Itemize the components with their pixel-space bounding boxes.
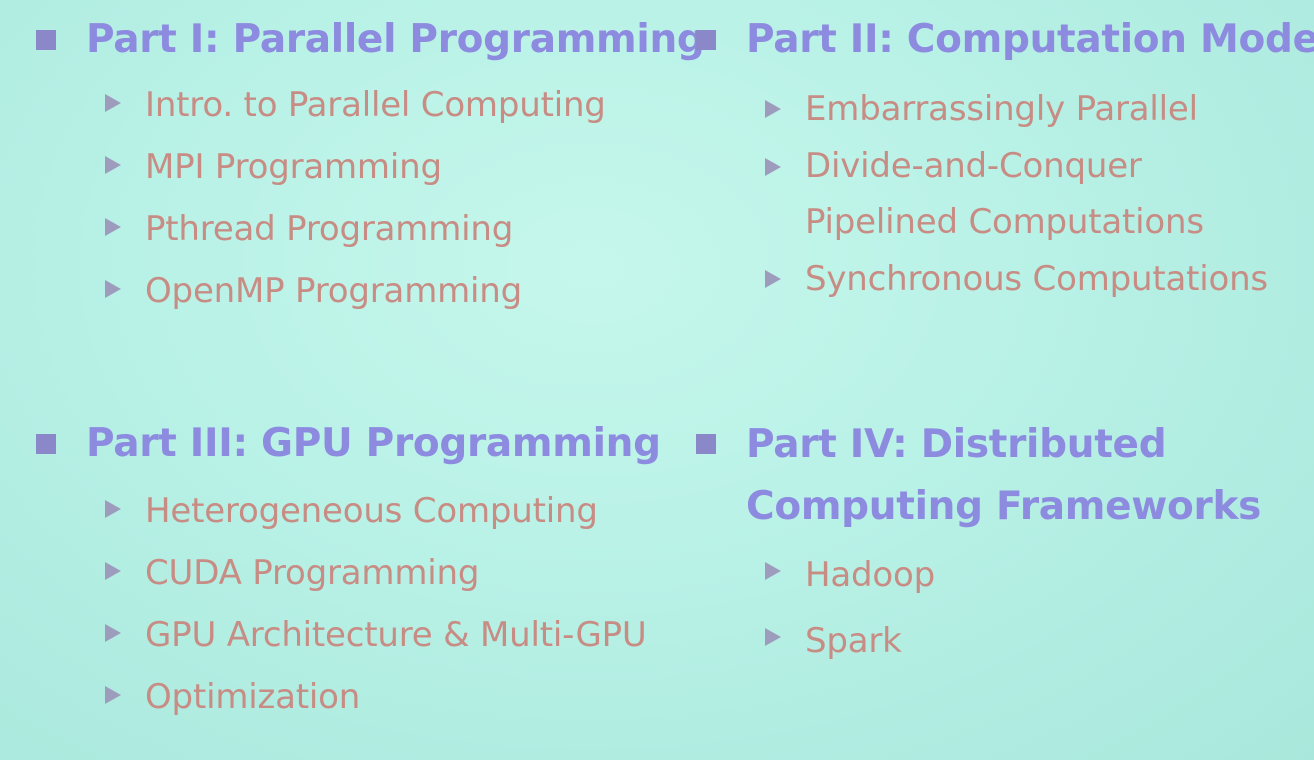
section-heading: Part IV: Distributed Computing Framework… — [696, 414, 1261, 538]
arrow-bullet-icon — [105, 94, 121, 112]
arrow-bullet-icon — [105, 686, 121, 704]
arrow-bullet-icon — [105, 156, 121, 174]
heading-text: Part II: Computation Model — [746, 17, 1314, 62]
heading-text: Part III: GPU Programming — [86, 421, 661, 466]
item-text: MPI Programming — [145, 147, 442, 187]
item-text: Pthread Programming — [145, 209, 514, 249]
list-item: Intro. to Parallel Computing — [105, 74, 705, 136]
list-item: OpenMP Programming — [105, 260, 705, 322]
heading-text: Part I: Parallel Programming — [86, 17, 705, 62]
list-item: Optimization — [105, 666, 661, 728]
section-heading: Part III: GPU Programming — [36, 414, 661, 474]
list-item: Pthread Programming — [105, 198, 705, 260]
section-part-3: Part III: GPU Programming Heterogeneous … — [36, 414, 661, 728]
heading-text-continued: Computing Frameworks — [746, 484, 1261, 529]
item-text-continued: Pipelined Computations — [805, 202, 1204, 242]
section-part-1: Part I: Parallel Programming Intro. to P… — [36, 10, 705, 322]
arrow-bullet-icon — [105, 624, 121, 642]
heading-text: Part IV: Distributed — [746, 422, 1167, 467]
item-text: Divide-and-Conquer — [805, 146, 1142, 186]
square-bullet-icon — [696, 30, 716, 50]
list-item: Divide-and-Conquer Pipelined Computation… — [765, 138, 1314, 250]
section-heading: Part II: Computation Model — [696, 10, 1314, 70]
square-bullet-icon — [36, 30, 56, 50]
item-text: CUDA Programming — [145, 553, 480, 593]
section-part-4: Part IV: Distributed Computing Framework… — [696, 414, 1261, 674]
list-item: Embarrassingly Parallel — [765, 80, 1314, 138]
item-text: GPU Architecture & Multi-GPU — [145, 615, 647, 655]
arrow-bullet-icon — [765, 158, 781, 176]
arrow-bullet-icon — [105, 562, 121, 580]
topic-list: Intro. to Parallel Computing MPI Program… — [105, 74, 705, 322]
list-item: MPI Programming — [105, 136, 705, 198]
arrow-bullet-icon — [765, 100, 781, 118]
item-text: Synchronous Computations — [805, 259, 1268, 299]
section-part-2: Part II: Computation Model Embarrassingl… — [696, 10, 1314, 308]
arrow-bullet-icon — [765, 562, 781, 580]
list-item: Spark — [765, 608, 1261, 674]
topic-list: Embarrassingly Parallel Divide-and-Conqu… — [765, 80, 1314, 308]
arrow-bullet-icon — [105, 218, 121, 236]
section-heading: Part I: Parallel Programming — [36, 10, 705, 70]
item-text: Spark — [805, 621, 902, 661]
item-text: Hadoop — [805, 555, 935, 595]
arrow-bullet-icon — [765, 628, 781, 646]
list-item: Synchronous Computations — [765, 250, 1314, 308]
item-text: OpenMP Programming — [145, 271, 523, 311]
list-item: CUDA Programming — [105, 542, 661, 604]
item-text: Optimization — [145, 677, 361, 717]
list-item: Hadoop — [765, 542, 1261, 608]
arrow-bullet-icon — [105, 500, 121, 518]
item-text: Heterogeneous Computing — [145, 491, 598, 531]
item-text: Intro. to Parallel Computing — [145, 85, 606, 125]
arrow-bullet-icon — [105, 280, 121, 298]
topic-list: Heterogeneous Computing CUDA Programming… — [105, 480, 661, 728]
square-bullet-icon — [696, 434, 716, 454]
square-bullet-icon — [36, 434, 56, 454]
slide: Part I: Parallel Programming Intro. to P… — [0, 0, 1314, 760]
arrow-bullet-icon — [765, 270, 781, 288]
item-text: Embarrassingly Parallel — [805, 89, 1198, 129]
list-item: Heterogeneous Computing — [105, 480, 661, 542]
list-item: GPU Architecture & Multi-GPU — [105, 604, 661, 666]
topic-list: Hadoop Spark — [765, 542, 1261, 674]
